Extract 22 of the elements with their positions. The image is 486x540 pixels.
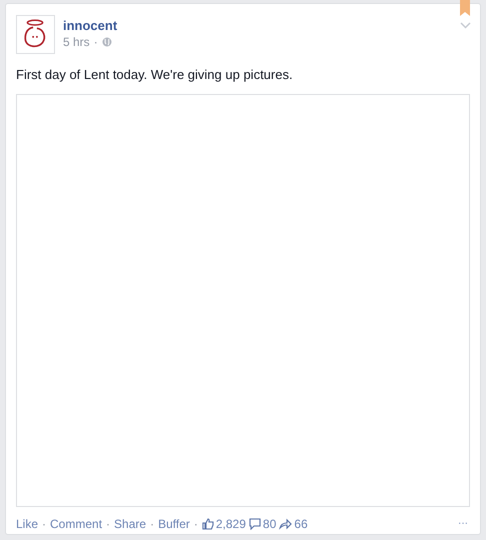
- post-time[interactable]: 5 hrs: [63, 34, 90, 50]
- separator: ·: [94, 34, 98, 50]
- more-options[interactable]: ···: [458, 516, 468, 532]
- author-name[interactable]: innocent: [63, 17, 118, 34]
- separator: ·: [149, 516, 156, 532]
- comment-count[interactable]: 80: [262, 516, 276, 532]
- action-link[interactable]: Buffer: [158, 516, 190, 532]
- action-link[interactable]: Comment: [50, 516, 102, 532]
- globe-icon: [102, 37, 112, 47]
- separator: ·: [105, 516, 112, 532]
- post-text: First day of Lent today. We're giving up pictures.: [16, 66, 294, 84]
- action-link[interactable]: Like: [16, 516, 38, 532]
- share-count[interactable]: 66: [294, 516, 308, 532]
- separator: ·: [41, 516, 48, 532]
- action-link[interactable]: Share: [114, 516, 146, 532]
- thumbs-up-icon: [202, 518, 214, 530]
- comment-icon: [248, 518, 261, 530]
- like-count[interactable]: 2,829: [216, 516, 246, 532]
- brand-logo[interactable]: [16, 15, 55, 54]
- separator: ·: [192, 516, 199, 532]
- share-arrow-icon: [279, 518, 292, 530]
- bookmark-ribbon-icon: [460, 0, 470, 16]
